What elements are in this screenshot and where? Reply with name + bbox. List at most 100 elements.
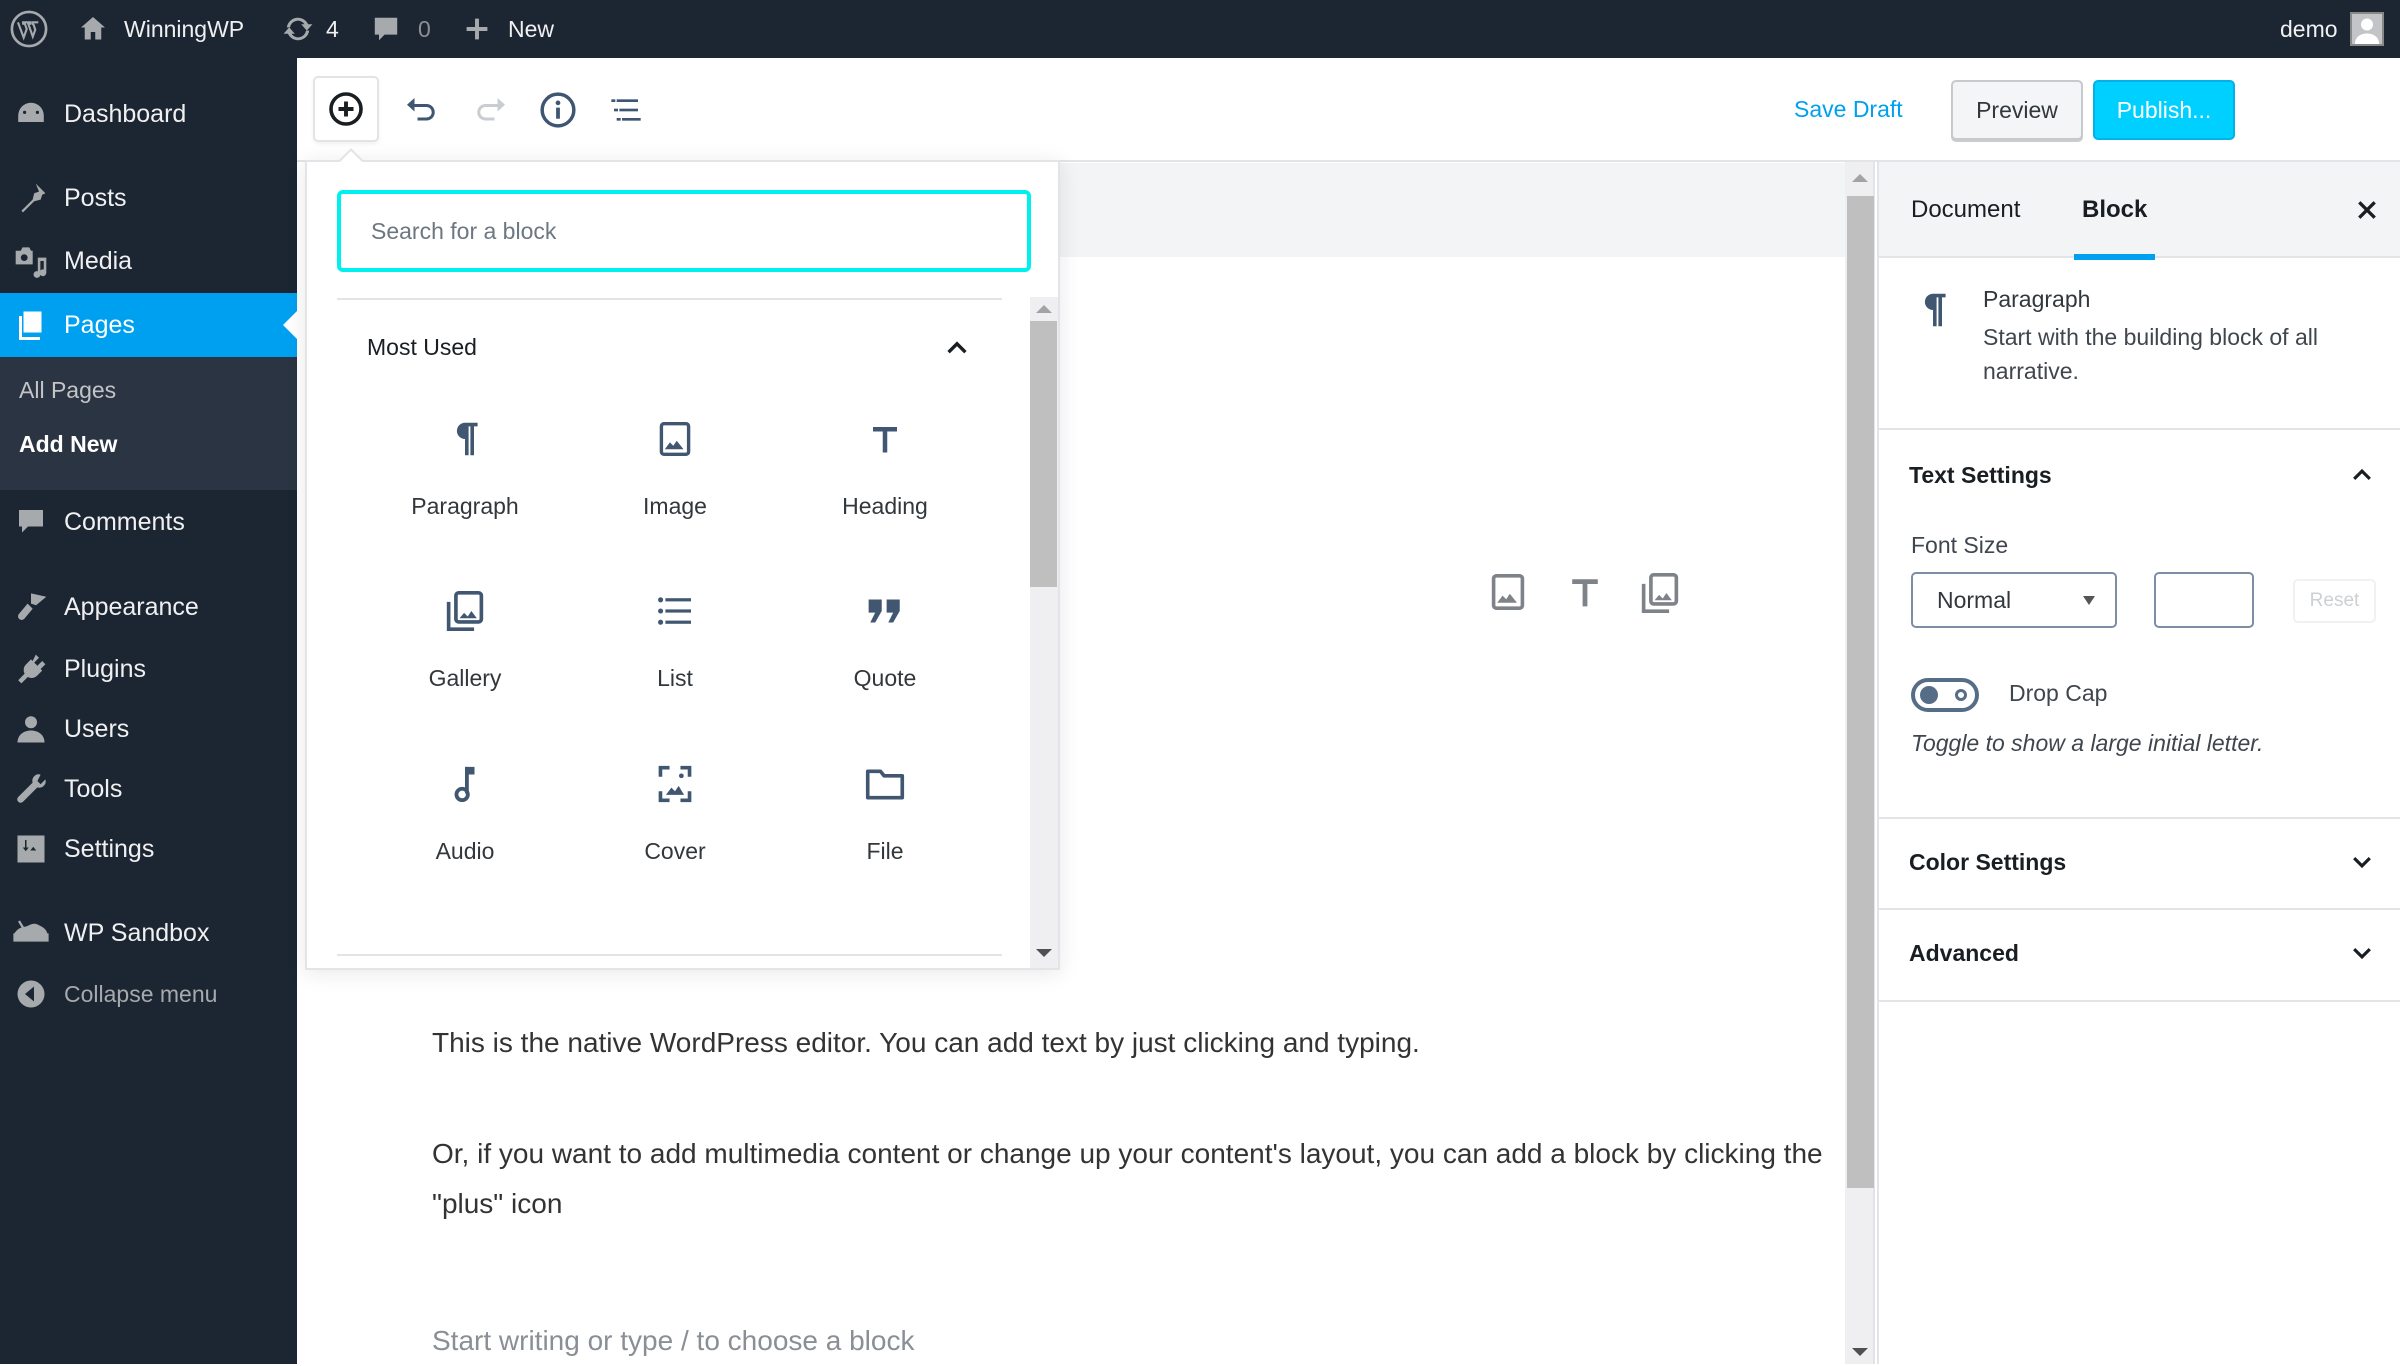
block-item-heading[interactable]: Heading [785,397,985,547]
submenu-all-pages[interactable]: All Pages [19,377,116,404]
menu-label: Collapse menu [64,980,218,1007]
preview-button[interactable]: Preview [1951,80,2083,140]
category-heading[interactable]: Most Used [367,334,477,361]
caret-down-icon [2083,596,2095,605]
reset-font-size-button[interactable]: Reset [2293,579,2376,623]
heading-icon [861,415,909,463]
toggle-off-indicator [1955,689,1967,701]
scroll-down-arrow[interactable] [1852,1348,1868,1356]
chevron-down-icon [2349,849,2381,881]
save-draft-button[interactable]: Save Draft [1794,96,1903,123]
block-item-audio[interactable]: Audio [365,742,565,892]
scroll-up-arrow[interactable] [1036,305,1052,313]
tab-block[interactable]: Block [2073,162,2156,260]
block-item-image[interactable]: Image [575,397,775,547]
content-info-button[interactable] [526,78,590,142]
add-block-button[interactable] [313,76,379,142]
insert-image-button[interactable] [1490,572,1526,612]
inserter-scrollbar[interactable] [1030,297,1058,968]
updates-link[interactable]: 4 [282,0,339,58]
editor-scrollbar[interactable] [1845,162,1875,1364]
new-content-link[interactable]: New [464,0,554,58]
publish-button[interactable]: Publish... [2093,80,2235,140]
image-icon [651,415,699,463]
paragraph-icon [441,415,489,463]
insert-heading-button[interactable] [1569,572,1601,612]
block-label: Paragraph [411,493,519,519]
font-size-label: Font Size [1911,532,2009,558]
block-item-paragraph[interactable]: Paragraph [365,397,565,547]
insert-gallery-button[interactable] [1640,572,1680,614]
tab-document[interactable]: Document [1911,162,2020,258]
plugin-icon [13,651,49,687]
block-card: Paragraph Start with the building block … [1879,258,2400,430]
audio-icon [441,760,489,808]
heading-icon [1569,572,1601,612]
menu-item-plugins[interactable]: Plugins [0,639,297,699]
settings-sliders-icon [13,831,49,867]
undo-button[interactable] [390,78,454,142]
custom-font-size-input[interactable] [2154,572,2254,628]
block-item-list[interactable]: List [575,569,775,719]
paragraph-block[interactable]: Or, if you want to add multimedia conten… [432,1129,1832,1229]
menu-item-appearance[interactable]: Appearance [0,577,297,637]
menu-item-wp-sandbox[interactable]: WP Sandbox [0,903,297,963]
block-card-title: Paragraph [1983,286,2091,312]
add-block-icon [328,91,364,127]
site-name: WinningWP [124,15,245,42]
block-label: File [866,838,904,864]
comment-icon [372,14,400,44]
block-item-file[interactable]: File [785,742,985,892]
menu-item-pages[interactable]: Pages [0,293,297,357]
chevron-up-icon [2349,462,2381,494]
default-block-appender[interactable]: Start writing or type / to choose a bloc… [432,1316,1832,1366]
font-size-select[interactable]: Normal [1911,572,2117,628]
block-item-cover[interactable]: Cover [575,742,775,892]
comments-count: 0 [418,15,431,42]
close-sidebar-button[interactable] [2349,192,2385,228]
block-item-quote[interactable]: Quote [785,569,985,719]
menu-label: Plugins [64,654,146,683]
scrollbar-thumb[interactable] [1847,196,1874,1188]
panel-title: Text Settings [1909,462,2052,488]
paintbrush-icon [13,589,49,625]
menu-item-comments[interactable]: Comments [0,492,297,552]
menu-item-settings[interactable]: Settings [0,819,297,879]
scroll-down-arrow[interactable] [1036,949,1052,957]
block-label: Image [643,493,707,519]
submenu-add-new[interactable]: Add New [19,431,117,458]
comments-link[interactable]: 0 [372,0,431,58]
menu-item-users[interactable]: Users [0,699,297,759]
divider [337,298,1002,300]
redo-button[interactable] [458,78,522,142]
text-settings-panel-toggle[interactable]: Text Settings [1879,432,2400,522]
menu-item-tools[interactable]: Tools [0,759,297,819]
paragraph-block[interactable]: This is the native WordPress editor. You… [432,1018,1832,1068]
block-item-gallery[interactable]: Gallery [365,569,565,719]
block-navigation-button[interactable] [594,78,658,142]
site-name-link[interactable]: WinningWP [78,0,244,58]
menu-label: Appearance [64,592,199,621]
toggle-knob [1920,686,1938,704]
scrollbar-thumb[interactable] [1030,321,1057,587]
drop-cap-toggle[interactable] [1911,678,1979,712]
advanced-panel-toggle[interactable]: Advanced [1879,910,2400,1000]
collapse-menu-button[interactable]: Collapse menu [0,964,297,1024]
menu-label: Settings [64,834,155,863]
panel-title: Color Settings [1909,849,2067,875]
menu-label: Pages [64,310,135,339]
title-area[interactable] [1059,163,1845,257]
block-label: List [657,665,693,691]
wordpress-logo-icon[interactable] [10,0,48,58]
color-settings-panel-toggle[interactable]: Color Settings [1879,819,2400,909]
scroll-up-arrow[interactable] [1852,174,1868,182]
menu-label: Dashboard [64,99,187,128]
menu-item-posts[interactable]: Posts [0,168,297,228]
user-account-menu[interactable]: demo [2280,0,2384,58]
pages-submenu: All Pages Add New [0,357,297,490]
menu-item-dashboard[interactable]: Dashboard [0,84,297,144]
quote-icon [861,587,909,635]
menu-item-media[interactable]: Media [0,231,297,291]
chevron-up-icon[interactable] [943,334,973,364]
block-search-input[interactable] [337,190,1031,272]
